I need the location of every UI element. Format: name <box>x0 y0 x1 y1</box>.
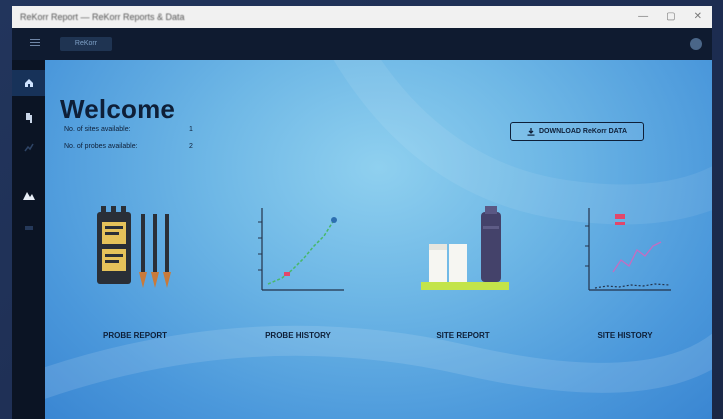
home-icon <box>24 79 33 87</box>
stat-probes-label: No. of probes available: <box>64 143 138 150</box>
app-tab[interactable]: ReKorr <box>60 37 112 51</box>
stat-sites-label: No. of sites available: <box>64 126 131 133</box>
site-report-icon <box>421 206 509 290</box>
download-label: DOWNLOAD ReKorr DATA <box>538 128 627 135</box>
page-title: Welcome <box>60 94 176 124</box>
probe-report-label[interactable]: PROBE REPORT <box>80 331 190 340</box>
stat-sites-value: 1 <box>189 126 193 133</box>
probe-history-label[interactable]: PROBE HISTORY <box>243 331 353 340</box>
site-history-chart-icon <box>585 208 671 291</box>
probe-report-card[interactable] <box>80 200 190 300</box>
stat-probes: No. of probes available: 2 <box>64 143 193 150</box>
site-report-label[interactable]: SITE REPORT <box>408 331 518 340</box>
download-data-button[interactable]: DOWNLOAD ReKorr DATA <box>510 122 644 141</box>
stat-sites: No. of sites available: 1 <box>64 126 193 133</box>
side-navigation <box>12 60 45 419</box>
probe-history-chart-icon <box>258 208 344 291</box>
probe-report-icon <box>97 206 171 288</box>
settings-nav-icon <box>24 226 33 230</box>
window-controls: — ▢ ✕ <box>638 10 702 24</box>
site-history-label[interactable]: SITE HISTORY <box>570 331 680 340</box>
stat-probes-value: 2 <box>189 143 193 150</box>
site-history-card[interactable] <box>570 200 680 300</box>
history-nav-icon <box>23 143 34 152</box>
nav-probe[interactable] <box>12 105 45 131</box>
site-report-card[interactable] <box>408 200 518 300</box>
download-icon <box>527 127 535 136</box>
hamburger-menu-icon[interactable] <box>30 39 40 47</box>
window-title: ReKorr Report — ReKorr Reports & Data <box>20 12 185 22</box>
nav-history[interactable] <box>12 134 45 160</box>
nav-home[interactable] <box>12 70 45 96</box>
probe-nav-icon <box>25 113 32 123</box>
app-bar: ReKorr <box>12 28 712 61</box>
minimize-icon[interactable]: — <box>638 10 648 24</box>
close-icon[interactable]: ✕ <box>694 10 702 24</box>
site-nav-icon <box>22 192 35 200</box>
maximize-icon[interactable]: ▢ <box>666 10 675 24</box>
avatar[interactable] <box>690 38 702 50</box>
main-content: Welcome No. of sites available: 1 No. of… <box>45 60 712 419</box>
nav-site[interactable] <box>12 182 45 208</box>
window-titlebar: ReKorr Report — ReKorr Reports & Data — … <box>12 6 712 29</box>
probe-history-card[interactable] <box>243 200 353 300</box>
nav-settings[interactable] <box>12 215 45 241</box>
